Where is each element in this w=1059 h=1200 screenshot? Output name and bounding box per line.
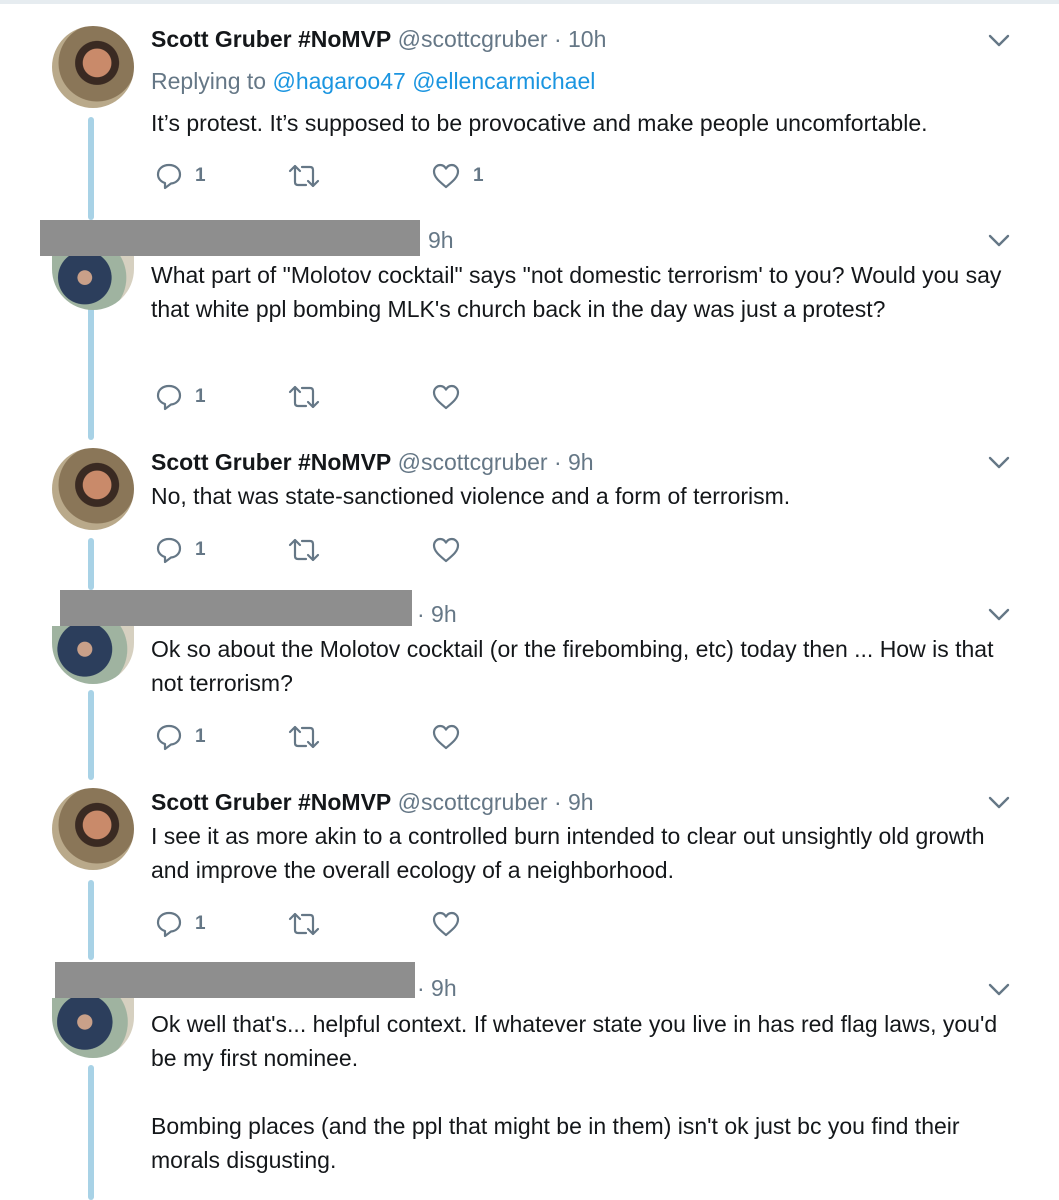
like-button[interactable] bbox=[431, 722, 461, 752]
reply-button[interactable]: 1 bbox=[155, 909, 206, 939]
reply-icon bbox=[156, 911, 182, 938]
reply-button[interactable]: 1 bbox=[155, 535, 206, 565]
thread-line bbox=[88, 880, 94, 960]
retweet-button[interactable] bbox=[287, 722, 321, 752]
tweet-text: Ok so about the Molotov cocktail (or the… bbox=[151, 636, 994, 696]
avatar[interactable] bbox=[52, 998, 134, 1058]
retweet-button[interactable] bbox=[287, 909, 321, 939]
reply-button[interactable]: 1 bbox=[155, 161, 206, 191]
display-name[interactable]: Scott Gruber #NoMVP bbox=[151, 26, 391, 52]
display-name[interactable]: Scott Gruber #NoMVP bbox=[151, 449, 391, 475]
reply-button[interactable]: 1 bbox=[155, 382, 206, 412]
thread-line bbox=[88, 300, 94, 440]
timestamp[interactable]: · 9h bbox=[417, 975, 457, 1002]
chevron-down-icon[interactable] bbox=[988, 983, 1010, 997]
timestamp[interactable]: · 10h bbox=[554, 26, 606, 52]
heart-icon bbox=[432, 911, 460, 937]
reply-button[interactable]: 1 bbox=[155, 722, 206, 752]
tweet-text: I see it as more akin to a controlled bu… bbox=[151, 823, 985, 883]
user-handle[interactable]: @scottcgruber bbox=[398, 789, 548, 815]
tweet-text: What part of "Molotov cocktail" says "no… bbox=[151, 262, 1002, 322]
display-name[interactable]: Scott Gruber #NoMVP bbox=[151, 789, 391, 815]
tweet-actions: 1 bbox=[155, 909, 515, 939]
avatar[interactable] bbox=[52, 256, 134, 310]
replying-to-handles[interactable]: @hagaroo47 @ellencarmichael bbox=[272, 68, 595, 94]
retweet-button[interactable] bbox=[287, 161, 321, 191]
reply-icon bbox=[156, 724, 182, 751]
thread-line bbox=[88, 117, 94, 220]
reply-icon bbox=[156, 537, 182, 564]
chevron-down-icon[interactable] bbox=[988, 456, 1010, 470]
reply-count: 1 bbox=[195, 539, 206, 560]
retweet-icon bbox=[288, 912, 320, 936]
heart-icon bbox=[432, 384, 460, 410]
thread-line bbox=[88, 1065, 94, 1200]
user-handle[interactable]: @scottcgruber bbox=[398, 26, 548, 52]
heart-icon bbox=[432, 537, 460, 563]
thread-line bbox=[88, 690, 94, 780]
reply-count: 1 bbox=[195, 386, 206, 407]
tweet-actions: 1 1 bbox=[155, 161, 515, 191]
tweet-text: Bombing places (and the ppl that might b… bbox=[151, 1113, 960, 1173]
redacted-name bbox=[40, 220, 420, 256]
reply-icon bbox=[156, 163, 182, 190]
timestamp[interactable]: · 9h bbox=[417, 601, 457, 628]
tweet-text: Ok well that's... helpful context. If wh… bbox=[151, 1011, 998, 1071]
avatar[interactable] bbox=[52, 626, 134, 684]
like-button[interactable] bbox=[431, 382, 461, 412]
heart-icon bbox=[432, 163, 460, 189]
retweet-icon bbox=[288, 385, 320, 409]
reply-count: 1 bbox=[195, 726, 206, 747]
timestamp[interactable]: · 9h bbox=[554, 449, 594, 475]
replying-to-label: Replying to bbox=[151, 68, 273, 94]
tweet-text: No, that was state-sanctioned violence a… bbox=[151, 483, 791, 509]
user-handle[interactable]: @scottcgruber bbox=[398, 449, 548, 475]
retweet-button[interactable] bbox=[287, 382, 321, 412]
avatar[interactable] bbox=[52, 788, 134, 870]
tweet-actions: 1 bbox=[155, 535, 515, 565]
tweet-actions: 1 bbox=[155, 722, 515, 752]
redacted-name bbox=[60, 590, 412, 626]
tweet-header: Scott Gruber #NoMVP @scottcgruber · 9h bbox=[151, 449, 594, 476]
like-button[interactable] bbox=[431, 535, 461, 565]
tweet-header: Scott Gruber #NoMVP @scottcgruber · 9h bbox=[151, 789, 594, 816]
replying-to: Replying to @hagaroo47 @ellencarmichael bbox=[151, 68, 595, 95]
retweet-button[interactable] bbox=[287, 535, 321, 565]
thread-line bbox=[88, 538, 94, 590]
chevron-down-icon[interactable] bbox=[988, 34, 1010, 48]
timestamp[interactable]: 9h bbox=[428, 227, 454, 254]
timestamp[interactable]: · 9h bbox=[554, 789, 594, 815]
redacted-name bbox=[55, 962, 415, 998]
reply-icon bbox=[156, 384, 182, 411]
retweet-icon bbox=[288, 725, 320, 749]
avatar[interactable] bbox=[52, 26, 134, 108]
like-count: 1 bbox=[473, 165, 484, 186]
chevron-down-icon[interactable] bbox=[988, 796, 1010, 810]
tweet-actions: 1 bbox=[155, 382, 515, 412]
top-divider bbox=[0, 0, 1059, 4]
reply-count: 1 bbox=[195, 165, 206, 186]
like-button[interactable]: 1 bbox=[431, 161, 484, 191]
tweet-header: Scott Gruber #NoMVP @scottcgruber · 10h bbox=[151, 26, 606, 53]
avatar[interactable] bbox=[52, 448, 134, 530]
chevron-down-icon[interactable] bbox=[988, 608, 1010, 622]
reply-count: 1 bbox=[195, 913, 206, 934]
retweet-icon bbox=[288, 164, 320, 188]
chevron-down-icon[interactable] bbox=[988, 234, 1010, 248]
heart-icon bbox=[432, 724, 460, 750]
tweet-text: It’s protest. It’s supposed to be provoc… bbox=[151, 110, 928, 136]
retweet-icon bbox=[288, 538, 320, 562]
like-button[interactable] bbox=[431, 909, 461, 939]
